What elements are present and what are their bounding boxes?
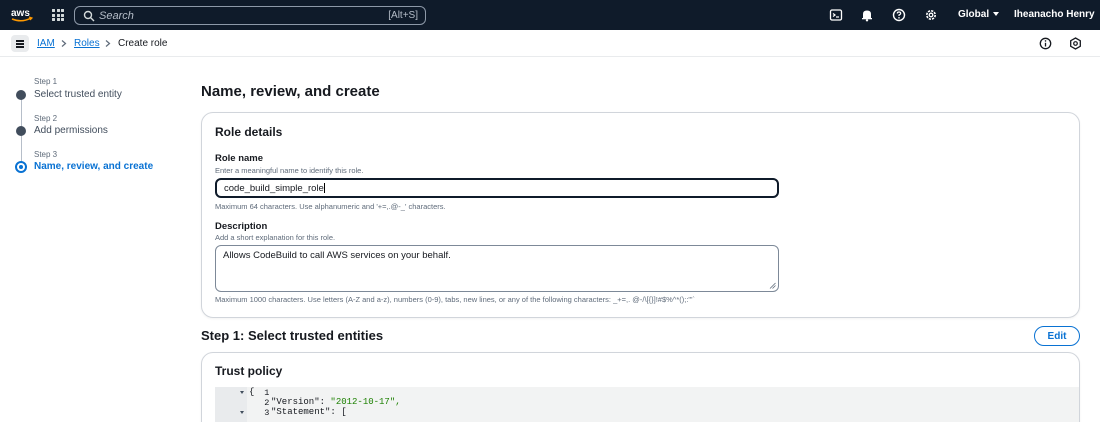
line-number: 3: [264, 408, 270, 418]
json-value: "2012-10-17",: [330, 397, 401, 407]
role-name-hint: Maximum 64 characters. Use alphanumeric …: [215, 202, 446, 211]
json-value: [: [341, 407, 347, 417]
code-line: 3 "Statement": [: [215, 407, 347, 418]
line-number: 2: [264, 398, 270, 408]
description-hint: Maximum 1000 characters. Use letters (A-…: [215, 295, 695, 304]
search-shortcut: [Alt+S]: [388, 10, 418, 21]
search-input[interactable]: Search [Alt+S]: [74, 6, 426, 25]
breadcrumb-roles[interactable]: Roles: [74, 38, 100, 49]
search-placeholder: Search: [99, 10, 134, 22]
page-title: Name, review, and create: [201, 83, 380, 100]
step-3-indicator: [15, 161, 27, 173]
step1-section-title: Step 1: Select trusted entities: [201, 328, 384, 343]
info-icon[interactable]: [1039, 37, 1052, 50]
gear-icon[interactable]: [924, 8, 938, 22]
code-text: "Statement": [: [271, 407, 347, 417]
chevron-right-icon: [61, 40, 67, 47]
help-icon[interactable]: [892, 8, 906, 22]
code-line: 1 {: [215, 387, 269, 398]
resize-handle-icon[interactable]: [769, 282, 776, 289]
trust-policy-title: Trust policy: [215, 364, 283, 378]
breadcrumb-bar: IAM Roles Create role: [0, 30, 1100, 57]
user-menu[interactable]: Iheanacho Henry: [1014, 9, 1095, 20]
chevron-right-icon: [105, 40, 111, 47]
description-textarea[interactable]: Allows CodeBuild to call AWS services on…: [215, 245, 779, 292]
fold-icon[interactable]: [240, 391, 244, 394]
trust-policy-card: Trust policy 1 { 2 "Version": "2012-10-1…: [201, 352, 1080, 422]
fold-icon[interactable]: [240, 411, 244, 414]
trust-policy-editor[interactable]: 1 { 2 "Version": "2012-10-17", 3 "Statem…: [215, 387, 1079, 422]
services-menu-icon[interactable]: [52, 9, 64, 21]
role-details-card: Role details Role name Enter a meaningfu…: [201, 112, 1080, 318]
role-name-input[interactable]: code_build_simple_role: [215, 178, 779, 198]
text-cursor: [323, 183, 325, 194]
top-navigation: aws Search [Alt+S] Global Iheanacho Henr…: [0, 0, 1100, 30]
json-key: "Statement": [271, 407, 331, 417]
step-2-indicator: [16, 126, 26, 136]
description-label: Description: [215, 221, 268, 232]
step-1-number: Step 1: [34, 77, 58, 86]
step-1-title[interactable]: Select trusted entity: [34, 89, 122, 100]
bell-icon[interactable]: [860, 8, 874, 22]
role-name-label: Role name: [215, 153, 264, 164]
code-text: "Version": "2012-10-17",: [271, 397, 401, 407]
description-description: Add a short explanation for this role.: [215, 233, 336, 242]
settings-icon[interactable]: [1069, 37, 1082, 50]
step-3-number: Step 3: [34, 150, 58, 159]
step-2-title[interactable]: Add permissions: [34, 125, 108, 136]
step-1-indicator: [16, 90, 26, 100]
breadcrumb-current: Create role: [118, 38, 168, 49]
description-value: Allows CodeBuild to call AWS services on…: [223, 250, 451, 261]
breadcrumb-iam[interactable]: IAM: [37, 38, 55, 49]
json-key: "Version": [271, 397, 320, 407]
search-icon: [83, 10, 95, 22]
aws-logo-icon[interactable]: aws: [10, 6, 34, 24]
edit-button[interactable]: Edit: [1034, 326, 1080, 346]
code-line: 2 "Version": "2012-10-17",: [215, 397, 400, 408]
region-label: Global: [958, 9, 990, 20]
step-3-title: Name, review, and create: [34, 161, 154, 172]
role-details-title: Role details: [215, 125, 283, 139]
code-text: {: [249, 387, 255, 397]
region-selector[interactable]: Global: [958, 9, 1000, 20]
role-name-value: code_build_simple_role: [224, 183, 324, 194]
chevron-down-icon: [993, 12, 1000, 17]
svg-text:aws: aws: [11, 8, 30, 19]
role-name-description: Enter a meaningful name to identify this…: [215, 166, 364, 175]
step-2-number: Step 2: [34, 114, 58, 123]
cloudshell-icon[interactable]: [829, 8, 843, 22]
menu-icon[interactable]: [11, 35, 29, 52]
